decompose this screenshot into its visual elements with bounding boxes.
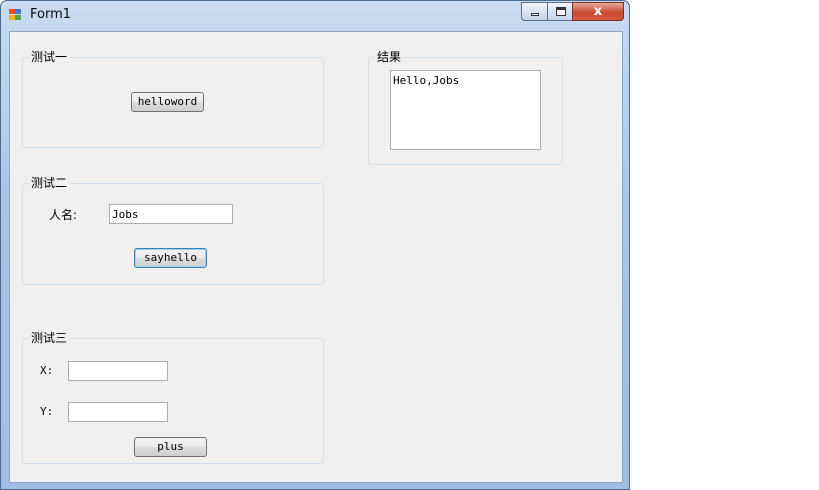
minimize-icon — [531, 13, 539, 16]
group-test2-title: 测试二 — [29, 174, 70, 191]
group-test1: 测试一 helloword — [22, 48, 324, 148]
maximize-button[interactable] — [547, 2, 573, 21]
plus-button[interactable]: plus — [134, 437, 207, 457]
y-label: Y: — [40, 405, 54, 418]
group-test2: 测试二 人名: sayhello — [22, 174, 324, 285]
close-icon: x — [593, 4, 603, 19]
window-title: Form1 — [30, 7, 72, 22]
close-button[interactable]: x — [572, 2, 624, 21]
form1-window: Form1 x 测试一 helloword 测试二 人名: sayhello — [0, 0, 630, 490]
result-textbox[interactable]: Hello,Jobs — [390, 70, 541, 150]
minimize-button[interactable] — [521, 2, 548, 21]
title-bar[interactable]: Form1 x — [1, 1, 629, 29]
maximize-icon — [556, 7, 566, 16]
group-test3-title: 测试三 — [29, 329, 70, 346]
name-label: 人名: — [49, 208, 78, 222]
form-app-icon — [9, 9, 22, 21]
y-input[interactable] — [68, 402, 168, 422]
x-label: X: — [40, 364, 54, 377]
x-input[interactable] — [68, 361, 168, 381]
sayhello-button[interactable]: sayhello — [134, 248, 207, 268]
group-test3: 测试三 X: Y: plus — [22, 329, 324, 464]
form-client-area: 测试一 helloword 测试二 人名: sayhello 测试三 X: Y:… — [9, 31, 623, 483]
helloword-button[interactable]: helloword — [131, 92, 204, 112]
desktop-background — [630, 0, 819, 490]
group-result: 结果 Hello,Jobs — [368, 48, 563, 165]
group-test1-title: 测试一 — [29, 48, 70, 65]
name-input[interactable] — [109, 204, 233, 224]
group-result-title: 结果 — [375, 48, 404, 65]
